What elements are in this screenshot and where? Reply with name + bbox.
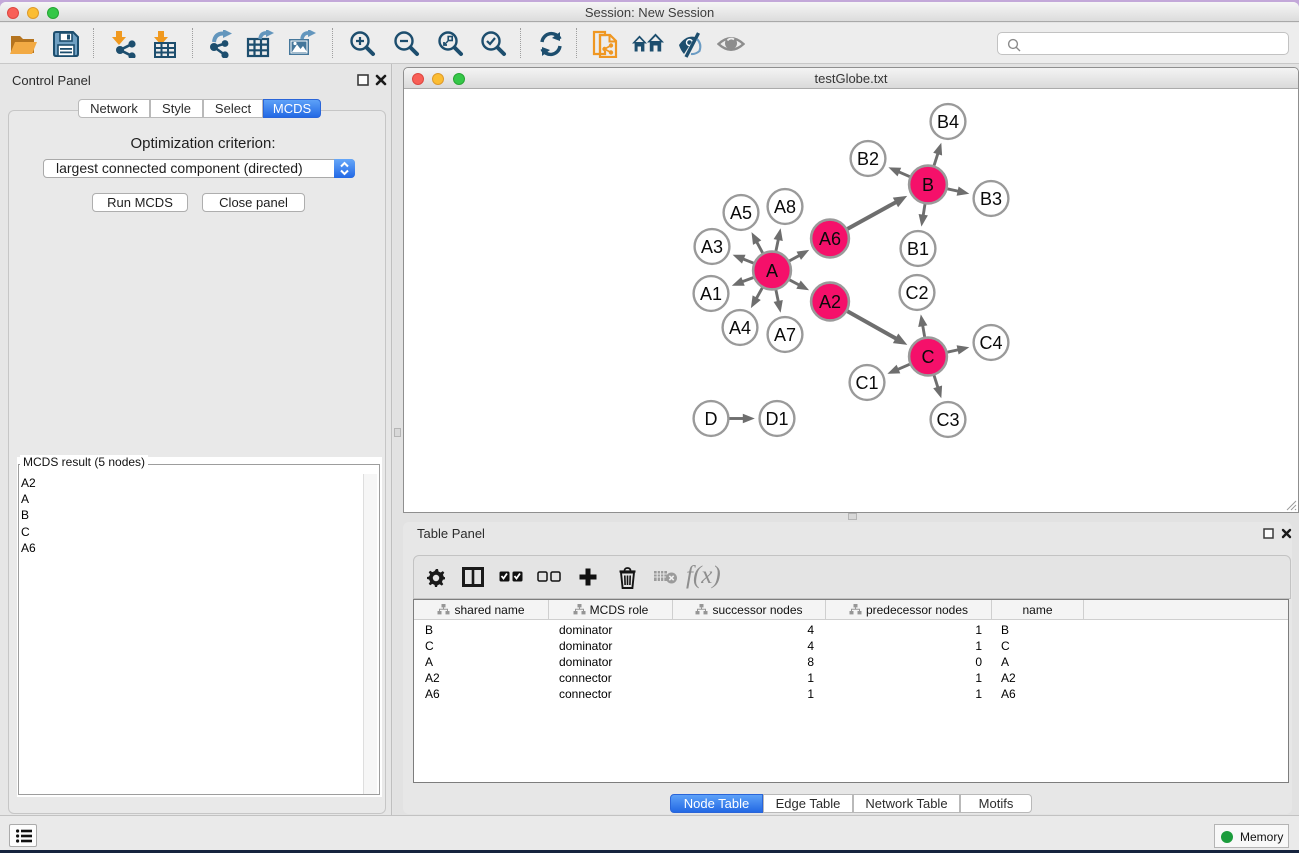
svg-text:A6: A6 (819, 229, 841, 249)
svg-text:A1: A1 (700, 284, 722, 304)
svg-text:D: D (705, 409, 718, 429)
svg-text:B4: B4 (937, 112, 959, 132)
svg-text:B2: B2 (857, 149, 879, 169)
svg-text:A: A (766, 261, 778, 281)
svg-text:C2: C2 (905, 283, 928, 303)
svg-text:A3: A3 (701, 237, 723, 257)
svg-text:A7: A7 (774, 325, 796, 345)
svg-text:C: C (922, 347, 935, 367)
svg-text:B1: B1 (907, 239, 929, 259)
svg-text:B3: B3 (980, 189, 1002, 209)
svg-text:A8: A8 (774, 197, 796, 217)
svg-text:C3: C3 (936, 410, 959, 430)
svg-text:C1: C1 (855, 373, 878, 393)
svg-text:A5: A5 (730, 203, 752, 223)
svg-text:A4: A4 (729, 318, 751, 338)
svg-text:B: B (922, 175, 934, 195)
svg-text:A2: A2 (819, 292, 841, 312)
svg-text:D1: D1 (765, 409, 788, 429)
svg-text:C4: C4 (979, 333, 1002, 353)
